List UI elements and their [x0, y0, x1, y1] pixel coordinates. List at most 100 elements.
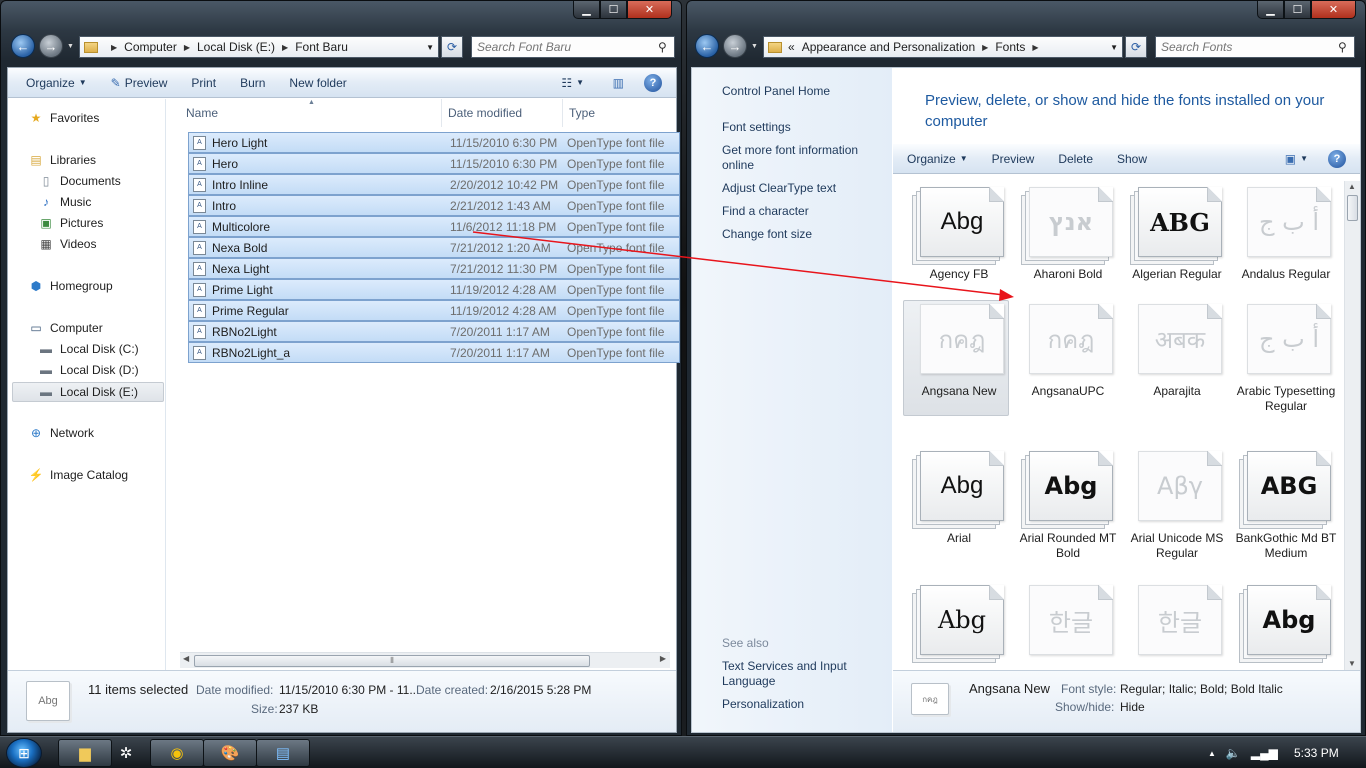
font-tile[interactable]: أ ب ج Andalus Regular	[1234, 187, 1338, 282]
vertical-scrollbar[interactable]: ▲ ▼	[1344, 181, 1360, 670]
taskbar-paint[interactable]: 🎨	[203, 739, 257, 767]
close-button[interactable]: ✕	[1311, 1, 1356, 19]
help-icon[interactable]: ?	[644, 73, 662, 92]
address-bar[interactable]: ▶ Computer ▶ Local Disk (E:) ▶ Font Baru…	[79, 36, 439, 58]
search-input[interactable]	[472, 40, 658, 54]
font-tile[interactable]: Abg Agency FB	[907, 187, 1011, 282]
font-tile[interactable]: Abg Arial Rounded MT Bold	[1016, 451, 1120, 561]
search-icon[interactable]: ⚲	[658, 40, 674, 54]
organize-button[interactable]: Organize ▼	[899, 152, 980, 166]
file-row[interactable]: A Multicolore 11/6/2012 11:18 PM OpenType f…	[188, 216, 680, 237]
search-box[interactable]: ⚲	[1155, 36, 1355, 58]
nav-disk-e[interactable]: ▬ Local Disk (E:)	[12, 382, 164, 402]
start-button[interactable]: ⊞	[6, 738, 42, 768]
volume-icon[interactable]: 🔈	[1226, 746, 1241, 760]
file-row[interactable]: A Prime Light 11/19/2012 4:28 AM OpenType f…	[188, 279, 680, 300]
taskbar-chrome[interactable]: ◉	[150, 739, 204, 767]
font-tile[interactable]: أ ب ج Arabic Typesetting Regular	[1234, 304, 1338, 414]
column-name[interactable]: Name ▲	[180, 99, 442, 127]
clock[interactable]: 5:33 PM	[1294, 737, 1339, 768]
view-options-button[interactable]: ☷ ▼	[549, 76, 596, 90]
new-folder-button[interactable]: New folder	[277, 76, 358, 90]
nav-pictures[interactable]: ▣ Pictures	[38, 216, 103, 230]
text-services-link[interactable]: Text Services and Input Language	[722, 659, 882, 689]
column-type[interactable]: Type	[563, 99, 681, 127]
refresh-button[interactable]: ⟳	[441, 36, 463, 58]
recent-pages-dropdown[interactable]: ▼	[751, 43, 759, 50]
more-font-info-link[interactable]: Get more font information online	[722, 143, 882, 173]
font-tile[interactable]: אנץ Aharoni Bold	[1016, 187, 1120, 282]
font-tile[interactable]: Abg	[1234, 585, 1338, 665]
file-row[interactable]: A RBNo2Light 7/20/2011 1:17 AM OpenType fon…	[188, 321, 680, 342]
file-row[interactable]: A Nexa Bold 7/21/2012 1:20 AM OpenType font…	[188, 237, 680, 258]
minimize-button[interactable]: ▁	[1257, 1, 1284, 19]
breadcrumb-fonts[interactable]: Fonts	[995, 40, 1025, 54]
nav-disk-d[interactable]: ▬ Local Disk (D:)	[38, 363, 139, 377]
view-options-button[interactable]: ▣ ▼	[1273, 152, 1320, 166]
control-panel-home-link[interactable]: Control Panel Home	[722, 84, 882, 99]
refresh-button[interactable]: ⟳	[1125, 36, 1147, 58]
network-signal-icon[interactable]: ▂▄▆	[1251, 746, 1278, 760]
back-button[interactable]: ←	[695, 34, 719, 58]
help-icon[interactable]: ?	[1328, 149, 1346, 168]
file-row[interactable]: A Intro Inline 2/20/2012 10:42 PM OpenType …	[188, 174, 680, 195]
font-tile[interactable]: ABG BankGothic Md BT Medium	[1234, 451, 1338, 561]
maximize-button[interactable]: ☐	[1284, 1, 1311, 19]
nav-videos[interactable]: ▦ Videos	[38, 237, 96, 251]
print-button[interactable]: Print	[179, 76, 228, 90]
nav-music[interactable]: ♪ Music	[38, 195, 91, 209]
minimize-button[interactable]: ▁	[573, 1, 600, 19]
scroll-up-icon[interactable]: ▲	[1348, 182, 1356, 191]
nav-documents[interactable]: ▯ Documents	[38, 174, 121, 188]
breadcrumb-appearance[interactable]: Appearance and Personalization	[802, 40, 975, 54]
taskbar-app[interactable]: ✲	[112, 739, 140, 767]
file-row[interactable]: A Intro 2/21/2012 1:43 AM OpenType font fil…	[188, 195, 680, 216]
taskbar-control-panel[interactable]: ▤	[256, 739, 310, 767]
breadcrumb-computer[interactable]: Computer	[124, 40, 177, 54]
column-date-modified[interactable]: Date modified	[442, 99, 563, 127]
show-button[interactable]: Show	[1105, 152, 1159, 166]
delete-button[interactable]: Delete	[1046, 152, 1105, 166]
back-button[interactable]: ←	[11, 34, 35, 58]
nav-image-catalog[interactable]: ⚡ Image Catalog	[28, 468, 129, 482]
search-icon[interactable]: ⚲	[1338, 40, 1354, 54]
file-row[interactable]: A RBNo2Light_a 7/20/2011 1:17 AM OpenType f…	[188, 342, 680, 363]
scrollbar-thumb[interactable]: ⦀	[194, 655, 590, 667]
burn-button[interactable]: Burn	[228, 76, 277, 90]
forward-button[interactable]: →	[723, 34, 747, 58]
scrollbar-thumb[interactable]	[1347, 195, 1358, 221]
font-tile[interactable]: 한글	[1125, 585, 1229, 665]
file-row[interactable]: A Prime Regular 11/19/2012 4:28 AM OpenType…	[188, 300, 680, 321]
address-bar[interactable]: « Appearance and Personalization ▶ Fonts…	[763, 36, 1123, 58]
nav-favorites[interactable]: ★ Favorites	[28, 111, 100, 125]
font-tile[interactable]: กคฎ Angsana New	[903, 300, 1011, 416]
scroll-left-icon[interactable]: ◀	[183, 654, 189, 663]
font-tile[interactable]: 한글	[1016, 585, 1120, 665]
chevron-down-icon[interactable]: ▼	[426, 43, 434, 52]
font-tile[interactable]: Abg	[907, 585, 1011, 665]
personalization-link[interactable]: Personalization	[722, 697, 882, 712]
organize-button[interactable]: Organize ▼	[14, 76, 99, 90]
scroll-down-icon[interactable]: ▼	[1348, 659, 1356, 668]
chevron-down-icon[interactable]: ▼	[1110, 43, 1118, 52]
find-character-link[interactable]: Find a character	[722, 204, 882, 219]
nav-computer[interactable]: ▭ Computer	[28, 321, 102, 335]
breadcrumb-disk-e[interactable]: Local Disk (E:)	[197, 40, 275, 54]
forward-button[interactable]: →	[39, 34, 63, 58]
font-tile[interactable]: ABG Algerian Regular	[1125, 187, 1229, 282]
chevron-right-icon[interactable]: ▶	[111, 43, 117, 52]
file-row[interactable]: A Hero Light 11/15/2010 6:30 PM OpenType fo…	[188, 132, 680, 153]
cleartype-link[interactable]: Adjust ClearType text	[722, 181, 882, 196]
font-tile[interactable]: अबक Aparajita	[1125, 304, 1229, 399]
file-row[interactable]: A Nexa Light 7/21/2012 11:30 PM OpenType fo…	[188, 258, 680, 279]
show-hidden-icons[interactable]: ▲	[1208, 749, 1216, 758]
chevron-right-icon[interactable]: ▶	[982, 43, 988, 52]
chevron-right-icon[interactable]: ▶	[282, 43, 288, 52]
font-tile[interactable]: Abg Arial	[907, 451, 1011, 546]
preview-button[interactable]: ✎ Preview	[99, 76, 180, 90]
preview-button[interactable]: Preview	[980, 152, 1047, 166]
preview-pane-button[interactable]: ▥	[601, 76, 636, 90]
change-font-size-link[interactable]: Change font size	[722, 227, 882, 242]
font-tile[interactable]: Αβγ Arial Unicode MS Regular	[1125, 451, 1229, 561]
nav-libraries[interactable]: ▤ Libraries	[28, 153, 96, 167]
